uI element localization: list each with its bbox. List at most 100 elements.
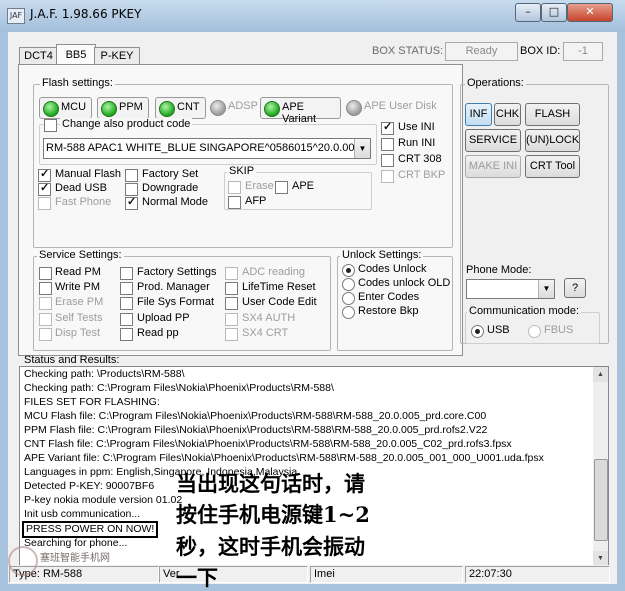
maximize-button[interactable]: □ (541, 3, 567, 22)
led-on-icon (159, 101, 175, 117)
minimize-button[interactable]: – (515, 3, 541, 22)
product-code-select[interactable]: RM-588 APAC1 WHITE_BLUE SINGAPORE^058601… (43, 138, 371, 159)
scroll-down-icon[interactable]: ▼ (593, 551, 608, 566)
bb5-panel: Flash settings: MCU PPM CNT ADSP APE Var… (18, 64, 463, 356)
skip-afp-checkbox[interactable] (228, 196, 241, 209)
crt-308-checkbox[interactable] (381, 154, 394, 167)
phone-mode-select[interactable]: ▼ (466, 279, 555, 299)
read-pm-checkbox[interactable] (39, 267, 52, 280)
prod-manager-label: Prod. Manager (137, 281, 210, 293)
title-bar[interactable]: JAF J.A.F. 1.98.66 PKEY – □ ✕ (0, 0, 625, 32)
crt-tool-button[interactable]: CRT Tool (525, 155, 580, 178)
chevron-down-icon[interactable]: ▼ (538, 280, 554, 298)
codes-unlock-old-radio[interactable] (342, 278, 355, 291)
restore-bkp-radio[interactable] (342, 306, 355, 319)
sx4-auth-checkbox[interactable] (225, 313, 238, 326)
service-settings-group: Service Settings: Read PM Write PM Erase… (33, 249, 331, 351)
write-pm-label: Write PM (55, 281, 101, 293)
erase-pm-checkbox[interactable] (39, 297, 52, 310)
annotation-line-4: 一下 (176, 565, 218, 590)
upload-pp-checkbox[interactable] (120, 313, 133, 326)
lifetime-reset-checkbox[interactable] (225, 282, 238, 295)
log-line: APE Variant file: C:\Program Files\Nokia… (24, 452, 544, 464)
skip-erase-checkbox[interactable] (228, 181, 241, 194)
dead-usb-label: Dead USB (55, 182, 107, 194)
annotation-line-1: 当出现这句话时，请 (176, 471, 365, 496)
log-line: CNT Flash file: C:\Program Files\Nokia\P… (24, 438, 512, 450)
skip-ape-checkbox[interactable] (275, 181, 288, 194)
log-line: Init usb communication... (24, 508, 141, 520)
factory-set-checkbox[interactable] (125, 169, 138, 182)
use-ini-checkbox[interactable]: ✓ (381, 121, 394, 135)
box-status-label: BOX STATUS: (372, 45, 444, 57)
log-line: MCU Flash file: C:\Program Files\Nokia\P… (24, 410, 487, 422)
fast-phone-label: Fast Phone (55, 196, 112, 208)
chk-button[interactable]: CHK (494, 103, 521, 126)
annotation-line-3: 秒，这时手机会振动 (176, 534, 365, 559)
statusbar-imei: Imei (310, 566, 463, 583)
usb-label: USB (487, 324, 510, 336)
led-on-icon (43, 101, 59, 117)
unlock-button[interactable]: (UN)LOCK (525, 129, 580, 152)
crt-bkp-checkbox[interactable] (381, 170, 394, 183)
sx4-crt-label: SX4 CRT (242, 327, 289, 339)
statusbar-time: 22:07:30 (465, 566, 610, 583)
jaf-window: JAF J.A.F. 1.98.66 PKEY – □ ✕ DCT4 BB5 P… (0, 0, 625, 591)
led-ape-user-disk: APE User Disk (343, 97, 443, 117)
flash-settings-title: Flash settings: (40, 77, 115, 89)
run-ini-label: Run INI (398, 137, 436, 149)
product-code-group: Change also product code RM-588 APAC1 WH… (39, 118, 377, 165)
usb-radio[interactable] (471, 325, 484, 338)
log-line: Detected P-KEY: 90007BF6 (24, 480, 155, 492)
erase-pm-label: Erase PM (55, 296, 104, 308)
led-adsp: ADSP (207, 97, 259, 117)
fast-phone-checkbox[interactable] (38, 197, 51, 210)
normal-mode-checkbox[interactable]: ✓ (125, 196, 138, 210)
tab-pkey[interactable]: P-KEY (94, 47, 140, 65)
unlock-settings-group: Unlock Settings: Codes Unlock Codes unlo… (337, 249, 453, 351)
service-button[interactable]: SERVICE (465, 129, 521, 152)
enter-codes-radio[interactable] (342, 292, 355, 305)
adc-reading-checkbox[interactable] (225, 267, 238, 280)
skip-erase-label: Erase (245, 180, 274, 192)
fbus-radio[interactable] (528, 325, 541, 338)
codes-unlock-radio[interactable] (342, 264, 355, 277)
change-product-code-checkbox[interactable] (44, 119, 57, 132)
inf-button[interactable]: INF (465, 103, 492, 126)
manual-flash-label: Manual Flash (55, 168, 122, 180)
status-scrollbar[interactable]: ▲ ▼ (593, 366, 609, 567)
tab-dct4[interactable]: DCT4 (19, 47, 58, 65)
adc-reading-label: ADC reading (242, 266, 305, 278)
window-title: J.A.F. 1.98.66 PKEY (30, 7, 142, 21)
crt-bkp-label: CRT BKP (398, 169, 446, 181)
self-tests-checkbox[interactable] (39, 313, 52, 326)
phone-mode-help-button[interactable]: ? (564, 278, 586, 298)
codes-unlock-label: Codes Unlock (358, 263, 427, 275)
factory-settings-checkbox[interactable] (120, 267, 133, 280)
run-ini-checkbox[interactable] (381, 138, 394, 151)
make-ini-button[interactable]: MAKE INI (465, 155, 521, 178)
prod-manager-checkbox[interactable] (120, 282, 133, 295)
scroll-up-icon[interactable]: ▲ (593, 367, 608, 382)
status-bar: Type: RM-588 Ver Imei 22:07:30 (8, 565, 617, 584)
normal-mode-label: Normal Mode (142, 196, 209, 208)
read-pp-checkbox[interactable] (120, 328, 133, 341)
tab-bb5[interactable]: BB5 (56, 44, 96, 66)
disp-test-checkbox[interactable] (39, 328, 52, 341)
user-code-edit-checkbox[interactable] (225, 297, 238, 310)
fbus-label: FBUS (544, 324, 574, 336)
sx4-crt-checkbox[interactable] (225, 328, 238, 341)
write-pm-checkbox[interactable] (39, 282, 52, 295)
led-off-icon (346, 100, 362, 116)
use-ini-label: Use INI (398, 121, 435, 133)
dead-usb-checkbox[interactable]: ✓ (38, 182, 51, 196)
close-button[interactable]: ✕ (567, 3, 613, 22)
log-line: PPM Flash file: C:\Program Files\Nokia\P… (24, 424, 488, 436)
scroll-thumb[interactable] (594, 459, 608, 541)
flash-settings-group: Flash settings: MCU PPM CNT ADSP APE Var… (33, 77, 453, 248)
file-sys-format-checkbox[interactable] (120, 297, 133, 310)
flash-button[interactable]: FLASH (525, 103, 580, 126)
chevron-down-icon[interactable]: ▼ (354, 139, 370, 158)
log-line: Searching for phone... (24, 537, 128, 549)
communication-mode-title: Communication mode: (467, 305, 582, 317)
